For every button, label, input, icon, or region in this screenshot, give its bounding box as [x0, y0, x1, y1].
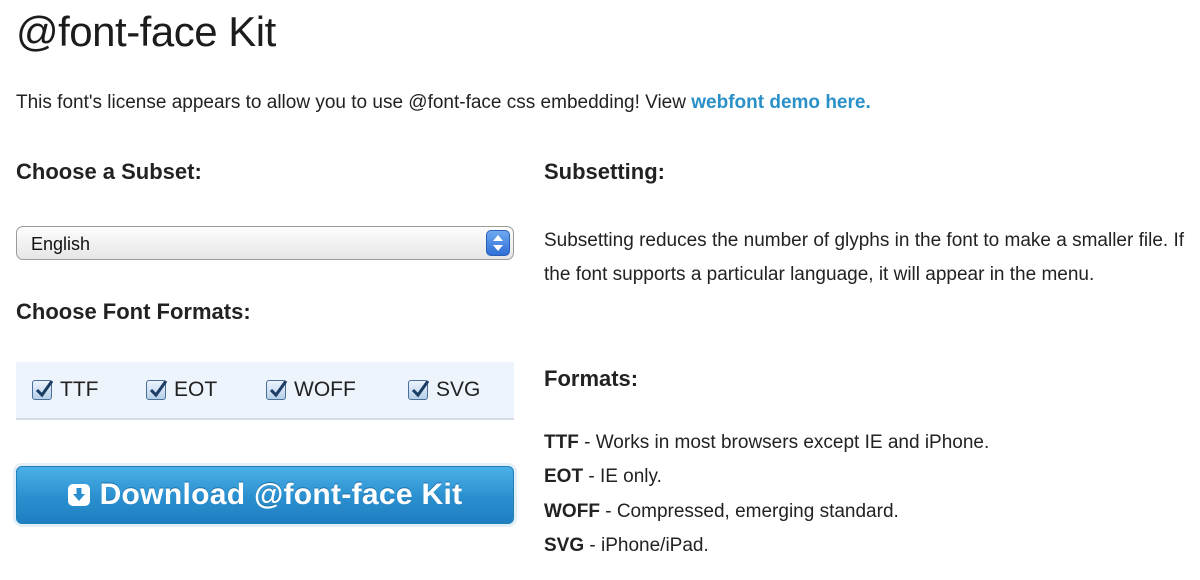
- formats-info-heading: Formats:: [544, 366, 639, 391]
- subsetting-description: Subsetting reduces the number of glyphs …: [544, 230, 1185, 285]
- format-note-name: EOT: [544, 466, 584, 487]
- license-text: This font's license appears to allow you…: [16, 92, 692, 113]
- format-note-desc: - IE only.: [583, 466, 662, 487]
- format-label-ttf: TTF: [60, 378, 99, 401]
- subset-heading: Choose a Subset:: [16, 159, 202, 184]
- formats-heading: Choose Font Formats:: [16, 299, 251, 324]
- format-option-eot[interactable]: EOT: [146, 377, 217, 403]
- format-note-svg: SVG - iPhone/iPad.: [544, 533, 709, 559]
- updown-arrows-icon: [486, 230, 510, 256]
- download-kit-label: Download @font-face Kit: [99, 478, 463, 511]
- checkmark-icon: [269, 380, 288, 398]
- webfont-demo-link[interactable]: webfont demo here.: [691, 92, 870, 113]
- format-label-eot: EOT: [174, 378, 218, 401]
- format-note-name: WOFF: [544, 501, 600, 522]
- subsetting-heading: Subsetting:: [544, 159, 665, 184]
- format-option-svg[interactable]: SVG: [408, 377, 480, 403]
- checkbox-ttf[interactable]: [32, 380, 54, 400]
- checkbox-eot[interactable]: [146, 380, 168, 400]
- subset-select[interactable]: English: [16, 226, 514, 260]
- checkmark-icon: [149, 380, 168, 398]
- format-option-woff[interactable]: WOFF: [266, 377, 356, 403]
- format-note-desc: - iPhone/iPad.: [584, 535, 709, 556]
- format-note-name: TTF: [544, 432, 579, 453]
- format-label-svg: SVG: [436, 378, 481, 401]
- download-kit-button[interactable]: Download @font-face Kit: [16, 466, 514, 524]
- format-note-name: SVG: [544, 535, 585, 556]
- format-label-woff: WOFF: [294, 378, 356, 401]
- checkbox-woff[interactable]: [266, 380, 288, 400]
- format-note-ttf: TTF - Works in most browsers except IE a…: [544, 430, 989, 456]
- font-formats-panel: TTF EOT WOFF SVG: [16, 362, 514, 420]
- checkmark-icon: [411, 380, 430, 398]
- license-notice: This font's license appears to allow you…: [16, 90, 871, 116]
- format-note-woff: WOFF - Compressed, emerging standard.: [544, 499, 899, 525]
- checkmark-icon: [35, 380, 54, 398]
- format-note-desc: - Works in most browsers except IE and i…: [578, 432, 990, 453]
- format-option-ttf[interactable]: TTF: [32, 377, 98, 403]
- format-note-desc: - Compressed, emerging standard.: [599, 501, 899, 522]
- subset-select-value: English: [31, 234, 91, 254]
- page-title: @font-face Kit: [16, 8, 276, 55]
- download-arrow-icon: [67, 484, 90, 506]
- format-note-eot: EOT - IE only.: [544, 464, 662, 490]
- checkbox-svg[interactable]: [408, 380, 430, 400]
